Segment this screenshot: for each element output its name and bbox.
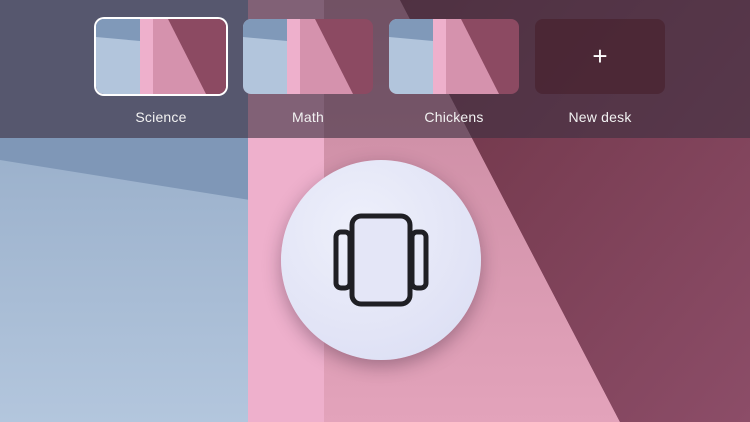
overview-button[interactable] bbox=[281, 160, 481, 360]
desk-bar: Science Math Chickens + New desk bbox=[0, 0, 750, 138]
window-cycle-icon bbox=[333, 213, 429, 307]
desk-label-chickens: Chickens bbox=[424, 109, 484, 125]
desk-preview bbox=[96, 19, 226, 94]
desk-preview bbox=[389, 19, 519, 94]
desk-thumbnail-chickens[interactable] bbox=[389, 19, 519, 94]
plus-icon: + bbox=[592, 40, 608, 71]
new-desk-button[interactable]: + bbox=[535, 19, 665, 94]
new-desk-label: New desk bbox=[568, 109, 632, 125]
desk-label-science: Science bbox=[135, 109, 187, 125]
desk-thumbnail-science[interactable] bbox=[96, 19, 226, 94]
desk-label-math: Math bbox=[292, 109, 324, 125]
desk-thumbnail-math[interactable] bbox=[243, 19, 373, 94]
desk-preview bbox=[243, 19, 373, 94]
